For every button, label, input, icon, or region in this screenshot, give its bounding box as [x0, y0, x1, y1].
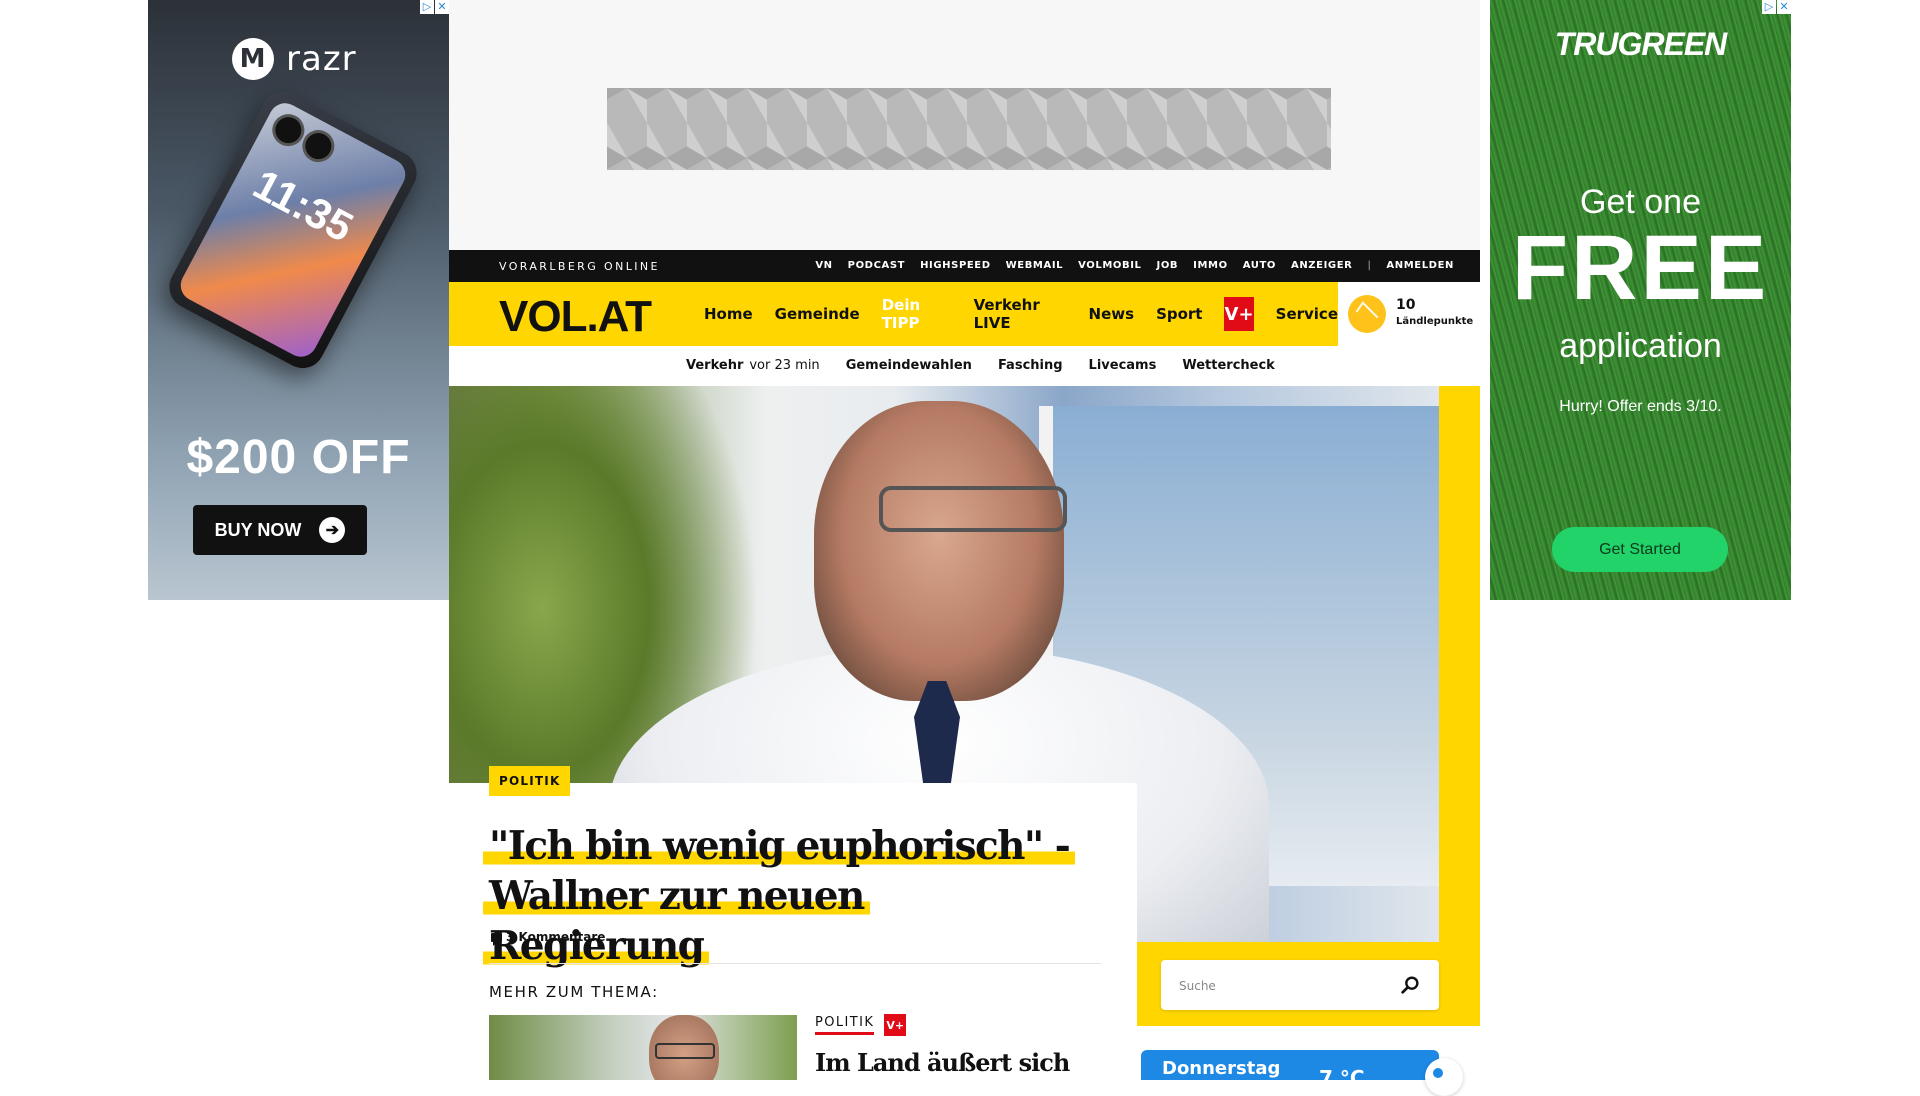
sub-nav: Verkehr vor 23 min Gemeindewahlen Faschin…	[449, 346, 1480, 386]
get-started-button[interactable]: Get Started	[1552, 527, 1728, 572]
nav-items: Home Gemeinde Dein TIPP Verkehr LIVE New…	[704, 282, 1338, 346]
subnav-verkehr-time: vor 23 min	[749, 358, 820, 373]
top-link-highspeed[interactable]: HIGHSPEED	[920, 260, 991, 271]
related-category[interactable]: POLITIK	[815, 1015, 875, 1035]
adchoices-icon[interactable]: ▷ ✕	[419, 0, 449, 14]
search-input[interactable]	[1177, 960, 1401, 1012]
top-bar: VORARLBERG ONLINE VN PODCAST HIGHSPEED W…	[449, 250, 1480, 282]
ad-line-2: FREE	[1511, 217, 1770, 319]
more-heading: MEHR ZUM THEMA:	[489, 983, 659, 1001]
nav-dein-tipp[interactable]: Dein TIPP	[882, 296, 952, 332]
top-link-volmobil[interactable]: VOLMOBIL	[1078, 260, 1141, 271]
nav-home[interactable]: Home	[704, 305, 753, 323]
article-card: POLITIK "Ich bin wenig euphorisch" - Wal…	[449, 766, 1137, 1080]
top-link-webmail[interactable]: WEBMAIL	[1006, 260, 1063, 271]
nav-vplus[interactable]: V+	[1224, 297, 1254, 331]
top-links: VN PODCAST HIGHSPEED WEBMAIL VOLMOBIL JO…	[815, 260, 1454, 271]
arrow-right-icon: ➔	[319, 517, 346, 543]
related-thumbnail[interactable]	[489, 1015, 797, 1080]
ad-brand: M razr	[232, 38, 357, 80]
nav-verkehr-live[interactable]: Verkehr LIVE	[974, 296, 1067, 332]
comments-link[interactable]: 3 Kommentare	[491, 930, 606, 946]
vplus-badge: V+	[884, 1014, 907, 1036]
headline-line-1: "Ich bin wenig euphorisch" -	[483, 823, 1076, 869]
buy-now-label: BUY NOW	[214, 519, 302, 540]
comments-count: 3 Kommentare	[506, 930, 606, 944]
search-icon[interactable]	[1399, 974, 1421, 996]
weather-widget[interactable]: Donnerstag 7 °C	[1141, 1050, 1439, 1090]
brandline: VORARLBERG ONLINE	[499, 260, 660, 273]
ad-line-3: application	[1559, 327, 1722, 365]
top-link-immo[interactable]: IMMO	[1193, 260, 1228, 271]
ad-right-trugreen[interactable]: ▷ ✕ TRUGREEN Get one FREE application Hur…	[1490, 0, 1791, 600]
subnav-fasching[interactable]: Fasching	[998, 358, 1063, 373]
weather-toggle-icon[interactable]	[1425, 1058, 1463, 1096]
adchoices-icon[interactable]: ▷ ✕	[1761, 0, 1791, 14]
top-link-podcast[interactable]: PODCAST	[848, 260, 905, 271]
subnav-wettercheck[interactable]: Wettercheck	[1182, 358, 1274, 373]
nav-sport[interactable]: Sport	[1156, 305, 1202, 323]
subnav-livecams[interactable]: Livecams	[1089, 358, 1157, 373]
nav-gemeinde[interactable]: Gemeinde	[775, 305, 860, 323]
nav-service[interactable]: Service	[1276, 305, 1338, 323]
comment-icon	[491, 932, 502, 946]
nav-news[interactable]: News	[1089, 305, 1135, 323]
subnav-gemeindewahlen[interactable]: Gemeindewahlen	[846, 358, 972, 373]
subnav-verkehr[interactable]: Verkehr vor 23 min	[686, 358, 820, 373]
weather-day: Donnerstag	[1162, 1058, 1281, 1079]
buy-now-button[interactable]: BUY NOW ➔	[193, 505, 367, 555]
article-headline[interactable]: "Ich bin wenig euphorisch" - Wallner zur…	[483, 821, 1089, 971]
phone-image: 11:35	[161, 84, 425, 376]
points-value: 10	[1396, 297, 1416, 313]
ad-line-4: Hurry! Offer ends 3/10.	[1559, 398, 1722, 415]
ad-left-razr[interactable]: ▷ ✕ M razr 11:35 $200 OFF BUY NOW ➔	[148, 0, 449, 600]
points-label: Ländlepunkte	[1396, 316, 1474, 327]
weather-temp: 7 °C	[1319, 1066, 1365, 1090]
divider	[489, 963, 1101, 964]
category-tag[interactable]: POLITIK	[489, 766, 571, 796]
related-category-row: POLITIK V+	[815, 1014, 907, 1036]
login-link[interactable]: ANMELDEN	[1386, 260, 1454, 271]
headline-line-2: Wallner zur neuen Regierung	[483, 873, 870, 969]
mountain-icon	[1348, 295, 1386, 333]
laendlepunkte-widget[interactable]: 10 Ländlepunkte	[1338, 282, 1480, 346]
ad-brand-text: razr	[286, 39, 357, 79]
related-title[interactable]: Im Land äußert sich	[815, 1048, 1070, 1077]
banner-placeholder-image[interactable]	[607, 88, 1331, 170]
top-link-auto[interactable]: AUTO	[1243, 260, 1276, 271]
top-link-job[interactable]: JOB	[1157, 260, 1179, 271]
separator: |	[1367, 260, 1372, 271]
main-nav: VOL.AT Home Gemeinde Dein TIPP Verkehr L…	[449, 282, 1338, 346]
motorola-logo-icon: M	[232, 38, 274, 80]
ad-offer: $200 OFF	[186, 431, 411, 484]
search-box	[1161, 960, 1439, 1012]
top-link-vn[interactable]: VN	[815, 260, 832, 271]
site-logo[interactable]: VOL.AT	[499, 292, 652, 342]
ad-brand: TRUGREEN	[1554, 26, 1728, 62]
top-link-anzeiger[interactable]: ANZEIGER	[1291, 260, 1352, 271]
